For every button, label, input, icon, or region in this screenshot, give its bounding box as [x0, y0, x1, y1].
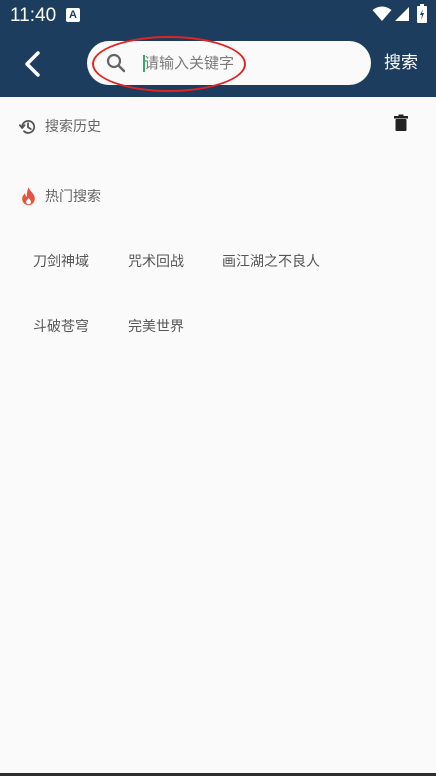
- hot-search-tag[interactable]: 斗破苍穹: [33, 317, 89, 337]
- wifi-icon: [372, 6, 392, 21]
- search-icon: [106, 53, 126, 73]
- search-history-title: 搜索历史: [45, 119, 101, 135]
- signal-icon: [395, 7, 409, 21]
- hot-search-tag[interactable]: 咒术回战: [128, 252, 184, 272]
- hot-search-tag[interactable]: 刀剑神域: [33, 252, 89, 272]
- chevron-left-icon: [25, 51, 40, 77]
- search-input[interactable]: [144, 48, 354, 78]
- hot-search-tag[interactable]: 完美世界: [128, 317, 184, 337]
- clear-history-button[interactable]: [390, 112, 412, 134]
- hot-search-tag[interactable]: 画江湖之不良人: [222, 252, 320, 272]
- notification-a-icon: A: [66, 8, 80, 22]
- search-button[interactable]: 搜索: [378, 50, 424, 76]
- history-icon: [19, 120, 36, 134]
- hot-search-title: 热门搜索: [45, 189, 101, 205]
- battery-icon: [417, 4, 427, 23]
- trash-icon: [394, 114, 408, 131]
- search-box[interactable]: [87, 41, 371, 85]
- back-button[interactable]: [15, 45, 53, 83]
- status-time: 11:40: [10, 5, 57, 26]
- flame-icon: [22, 187, 35, 206]
